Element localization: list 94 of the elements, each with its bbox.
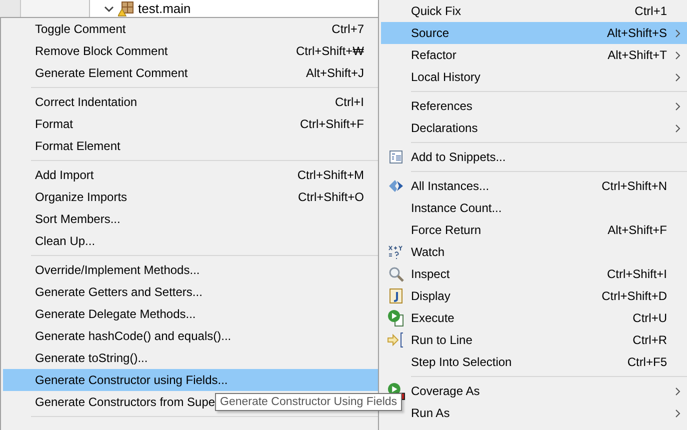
menu-item[interactable]: Override/Implement Methods... xyxy=(3,259,378,281)
menu-item[interactable]: References xyxy=(381,95,687,117)
menu-item[interactable]: Instance Count... xyxy=(381,197,687,219)
shortcut-label: Alt+Shift+T xyxy=(606,48,667,62)
shortcut-label: Ctrl+Shift+F xyxy=(298,117,364,131)
menu-item-label: Generate toString()... xyxy=(35,351,148,365)
menu-item[interactable]: Generate Getters and Setters... xyxy=(3,281,378,303)
notepad-icon xyxy=(389,288,403,304)
menu-item-label: Local History xyxy=(411,70,480,84)
shortcut-label: Ctrl+I xyxy=(334,95,364,109)
menu-item[interactable]: Generate Delegate Methods... xyxy=(3,303,378,325)
menu-item[interactable]: Execute Ctrl+U xyxy=(381,307,687,329)
shortcut-label: Ctrl+U xyxy=(632,311,667,325)
menu-item-label: Force Return xyxy=(411,223,482,237)
snippet-icon xyxy=(388,149,404,165)
menu-item[interactable]: Generate hashCode() and equals()... xyxy=(3,325,378,347)
menu-item-label: Format Element xyxy=(35,139,120,153)
menu-item-label: Refactor xyxy=(411,48,456,62)
menu-item-label: Clean Up... xyxy=(35,234,96,248)
menu-item-label: Generate Delegate Methods... xyxy=(35,307,196,321)
menu-item-label: Inspect xyxy=(411,267,450,281)
menu-item-label: Generate Getters and Setters... xyxy=(35,285,202,299)
menu-item[interactable]: Generate toString()... xyxy=(3,347,378,369)
shortcut-label: Ctrl+R xyxy=(632,333,667,347)
menu-item-label: References xyxy=(411,99,472,113)
package-warning-icon xyxy=(118,0,134,16)
menu-item-label: Watch xyxy=(411,245,445,259)
menu-item-label: Add to Snippets... xyxy=(411,150,506,164)
menu-item-label: Execute xyxy=(411,311,454,325)
menu-item[interactable]: Watch xyxy=(381,241,687,263)
menu-item-label: Add Import xyxy=(35,168,94,182)
shortcut-label: Ctrl+Shift+₩ xyxy=(294,44,364,58)
menu-item-label: Format xyxy=(35,117,74,131)
formula-icon xyxy=(388,244,404,260)
menu-item-label: Declarations xyxy=(411,121,478,135)
menu-item[interactable]: Toggle Comment Ctrl+7 xyxy=(3,18,378,40)
menu-item[interactable]: Generate Constructor using Fields... xyxy=(3,369,378,391)
menu-item-label: Override/Implement Methods... xyxy=(35,263,200,277)
shortcut-label: Alt+Shift+J xyxy=(304,66,364,80)
menu-item[interactable]: Format Element xyxy=(3,135,378,157)
menu-item-label: Display xyxy=(411,289,450,303)
tooltip: Generate Constructor Using Fields xyxy=(215,393,402,411)
menu-item-label: Sort Members... xyxy=(35,212,120,226)
menu-item[interactable]: Force Return Alt+Shift+F xyxy=(381,219,687,241)
menu-item[interactable]: Step Into Selection Ctrl+F5 xyxy=(381,351,687,373)
menu-item[interactable]: Inspect Ctrl+Shift+I xyxy=(381,263,687,285)
tree-item-label[interactable]: test.main xyxy=(138,1,191,16)
menu-item-label: Generate Element Comment xyxy=(35,66,188,80)
menu-item[interactable]: Clean Up... xyxy=(3,230,378,252)
menu-item-label: All Instances... xyxy=(411,179,490,193)
shortcut-label: Alt+Shift+S xyxy=(606,26,667,40)
menu-item-label: Source xyxy=(411,26,450,40)
shortcut-label: Ctrl+Shift+N xyxy=(600,179,667,193)
shortcut-label: Ctrl+Shift+M xyxy=(296,168,364,182)
arrow-bracket-icon xyxy=(387,332,405,348)
menu-item[interactable]: Refactor Alt+Shift+T xyxy=(381,44,687,66)
menu-item[interactable]: All Instances... Ctrl+Shift+N xyxy=(381,175,687,197)
shortcut-label: Ctrl+Shift+I xyxy=(606,267,667,281)
menu-item[interactable]: Run to Line Ctrl+R xyxy=(381,329,687,351)
menu-item-label: Generate Constructor using Fields... xyxy=(35,373,228,387)
magnifier-icon xyxy=(388,266,404,282)
menu-item[interactable]: Source Alt+Shift+S xyxy=(381,22,687,44)
menu-item[interactable]: Declarations xyxy=(381,117,687,139)
menu-item-label: Instance Count... xyxy=(411,201,502,215)
menu-item[interactable]: Display Ctrl+Shift+D xyxy=(381,285,687,307)
shortcut-label: Ctrl+7 xyxy=(330,22,364,36)
play-page-icon xyxy=(387,309,405,327)
menu-item[interactable]: Add Import Ctrl+Shift+M xyxy=(3,164,378,186)
menu-item[interactable]: Format Ctrl+Shift+F xyxy=(3,113,378,135)
menu-item[interactable]: Remove Block Comment Ctrl+Shift+₩ xyxy=(3,40,378,62)
diamond-icon xyxy=(388,179,404,193)
menu-item-label: Remove Block Comment xyxy=(35,44,168,58)
shortcut-label: Ctrl+F5 xyxy=(626,355,667,369)
menu-item-label: Organize Imports xyxy=(35,190,128,204)
menu-item[interactable]: Organize Imports Ctrl+Shift+O xyxy=(3,186,378,208)
menu-item[interactable]: Sort Members... xyxy=(3,208,378,230)
menu-item[interactable]: Add to Snippets... xyxy=(381,146,687,168)
menu-item[interactable]: Local History xyxy=(381,66,687,88)
menu-item-label: Correct Indentation xyxy=(35,95,138,109)
menu-item[interactable]: Quick Fix Ctrl+1 xyxy=(381,0,687,22)
menu-item-label: Coverage As xyxy=(411,384,480,398)
menu-item-label: Step Into Selection xyxy=(411,355,512,369)
chevron-down-icon[interactable] xyxy=(104,4,114,12)
menu-item-label: Run As xyxy=(411,406,450,420)
shortcut-label: Ctrl+Shift+D xyxy=(600,289,667,303)
menu-item-label: Run to Line xyxy=(411,333,472,347)
menu-item[interactable]: Correct Indentation Ctrl+I xyxy=(3,91,378,113)
shortcut-label: Ctrl+1 xyxy=(634,4,667,18)
menu-item[interactable]: Generate Element Comment Alt+Shift+J xyxy=(3,62,378,84)
menu-item-label: Generate hashCode() and equals()... xyxy=(35,329,232,343)
menu-item-label: Quick Fix xyxy=(411,4,462,18)
shortcut-label: Alt+Shift+F xyxy=(606,223,667,237)
menu-item-label: Toggle Comment xyxy=(35,22,126,36)
shortcut-label: Ctrl+Shift+O xyxy=(296,190,364,204)
